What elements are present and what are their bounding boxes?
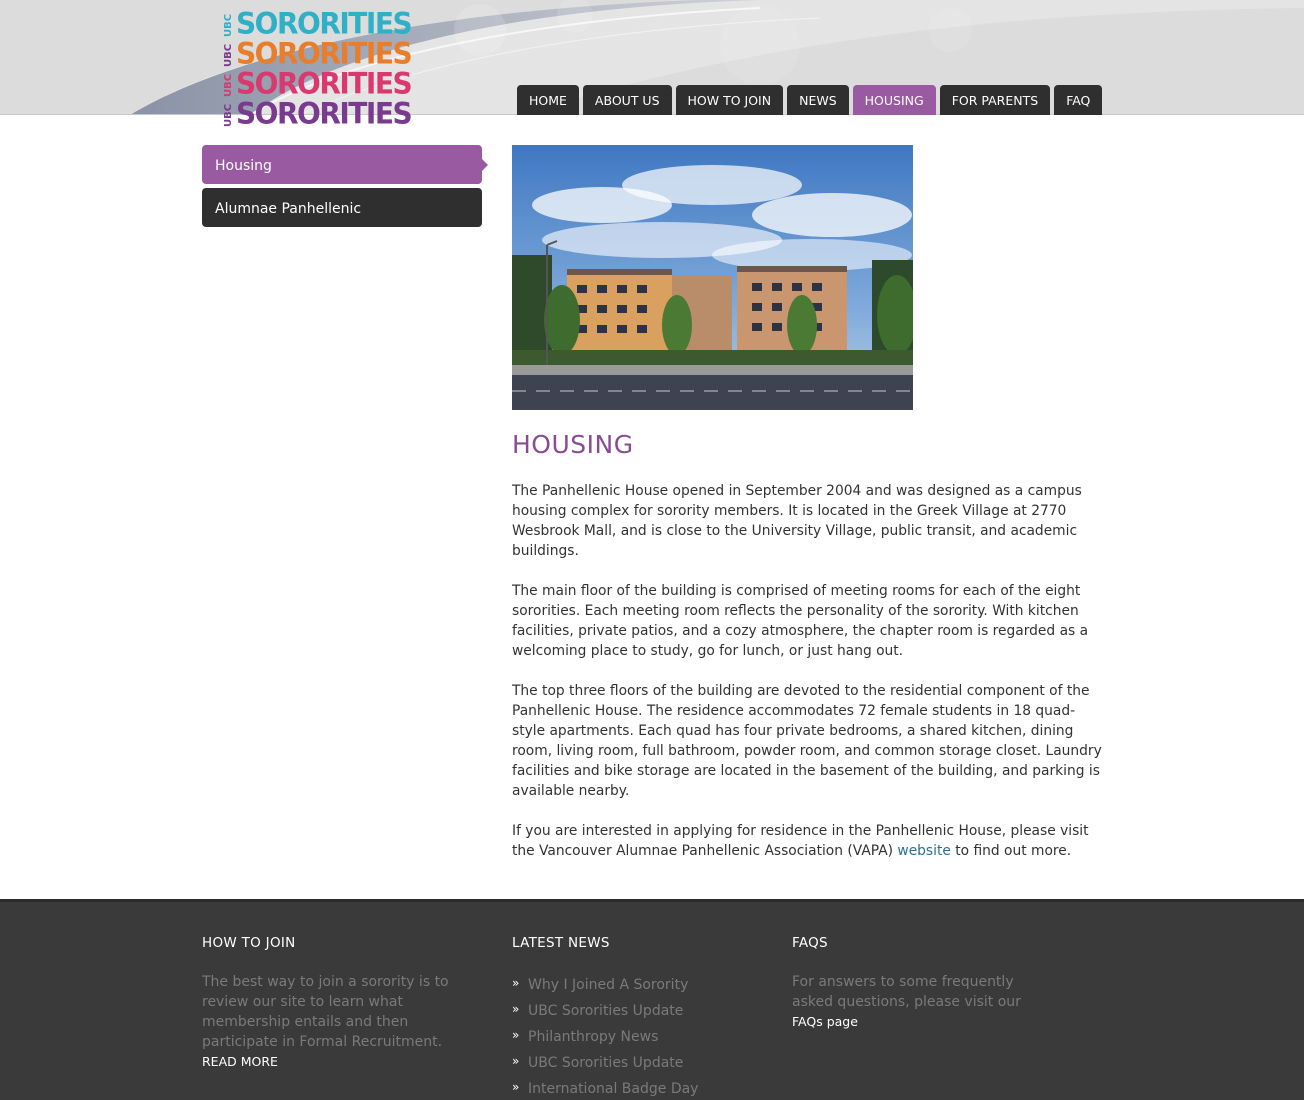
footer-join-text: The best way to join a sorority is to re… [202, 974, 449, 1050]
paragraph-text: to find out more. [950, 843, 1072, 859]
logo-ubc-text: UBC [223, 103, 234, 127]
sidebar-nav: Housing Alumnae Panhellenic [202, 145, 488, 231]
news-item: » UBC Sororities Update [512, 998, 762, 1024]
news-link[interactable]: UBC Sororities Update [528, 1003, 683, 1019]
news-item: » International Badge Day [512, 1076, 762, 1100]
sidebar-item-alumnae-panhellenic[interactable]: Alumnae Panhellenic [202, 188, 482, 227]
logo-ubc-text: UBC [223, 73, 234, 97]
nav-tab-news[interactable]: NEWS [787, 85, 849, 115]
double-chevron-icon: » [512, 1054, 520, 1068]
nav-tab-about-us[interactable]: ABOUT US [582, 85, 672, 115]
news-item: » Why I Joined A Sorority [512, 972, 762, 998]
nav-tab-for-parents[interactable]: FOR PARENTS [939, 85, 1051, 115]
nav-tab-faq[interactable]: FAQ [1054, 85, 1103, 115]
read-more-link[interactable]: READ MORE [202, 1052, 472, 1072]
article-paragraph: The main floor of the building is compri… [512, 583, 1089, 659]
panhellenic-house-photo [512, 145, 913, 410]
double-chevron-icon: » [512, 976, 520, 990]
article-body: The Panhellenic House opened in Septembe… [512, 481, 1107, 861]
main-nav: HOME ABOUT US HOW TO JOIN NEWS HOUSING F… [517, 85, 1103, 115]
footer-heading: LATEST NEWS [512, 935, 610, 951]
footer-heading: FAQS [792, 935, 828, 951]
double-chevron-icon: » [512, 1002, 520, 1016]
sidebar-item-housing[interactable]: Housing [202, 145, 488, 184]
faqs-text: For answers to some frequently asked que… [792, 974, 1021, 1010]
double-chevron-icon: » [512, 1080, 520, 1094]
logo-row-4: UBC SORORITIES [222, 96, 413, 131]
article-paragraph: The Panhellenic House opened in Septembe… [512, 483, 1082, 559]
footer-latest-news: LATEST NEWS » Why I Joined A Sorority » UB… [512, 934, 762, 1100]
news-link[interactable]: Philanthropy News [528, 1029, 658, 1045]
nav-tab-how-to-join[interactable]: HOW TO JOIN [675, 85, 784, 115]
main-content: HOUSING The Panhellenic House opened in … [512, 145, 1107, 861]
vapa-website-link[interactable]: website [897, 843, 950, 859]
double-chevron-icon: » [512, 1028, 520, 1042]
footer-faqs: FAQS For answers to some frequently aske… [792, 934, 1062, 1032]
page-title: HOUSING [512, 430, 634, 459]
footer-faqs-text: For answers to some frequently asked que… [792, 972, 1042, 1032]
logo-ubc-text: UBC [223, 13, 234, 37]
footer-how-to-join: HOW TO JOIN The best way to join a soror… [202, 934, 472, 1072]
news-list: » Why I Joined A Sorority » UBC Sororities… [512, 972, 762, 1100]
news-item: » UBC Sororities Update [512, 1050, 762, 1076]
article-paragraph: The top three floors of the building are… [512, 683, 1102, 799]
news-link[interactable]: International Badge Day [528, 1081, 698, 1097]
news-item: » Philanthropy News [512, 1024, 762, 1050]
logo-word-text: SORORITIES [236, 96, 413, 131]
footer-heading: HOW TO JOIN [202, 935, 296, 951]
site-logo[interactable]: UBC SORORITIES UBC SORORITIES UBC SORORI… [222, 6, 413, 132]
logo-ubc-text: UBC [223, 43, 234, 67]
article-paragraph: If you are interested in applying for re… [512, 821, 1107, 861]
news-link[interactable]: Why I Joined A Sorority [528, 977, 688, 993]
nav-tab-housing[interactable]: HOUSING [852, 85, 936, 115]
nav-tab-home[interactable]: HOME [517, 85, 579, 115]
faqs-page-link[interactable]: FAQs page [792, 1014, 858, 1029]
site-footer: HOW TO JOIN The best way to join a soror… [0, 899, 1304, 1100]
news-link[interactable]: UBC Sororities Update [528, 1055, 683, 1071]
